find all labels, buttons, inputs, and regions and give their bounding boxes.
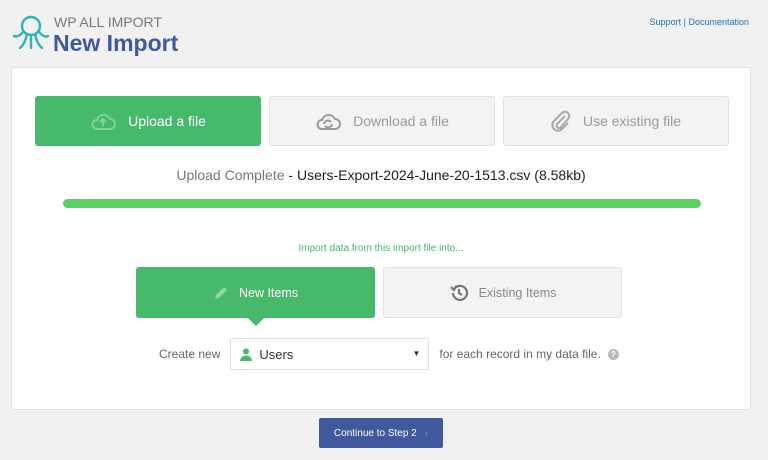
- status-label: Upload Complete: [176, 167, 284, 183]
- help-icon[interactable]: ?: [608, 349, 619, 360]
- post-type-select[interactable]: Users ▼: [230, 338, 429, 370]
- download-file-button[interactable]: Download a file: [269, 96, 495, 146]
- create-new-suffix: for each record in my data file.: [439, 347, 600, 361]
- continue-label: Continue to Step 2: [334, 428, 417, 439]
- create-new-label: Create new: [159, 347, 220, 361]
- existing-items-button[interactable]: Existing Items: [383, 267, 622, 318]
- new-items-button[interactable]: New Items: [136, 267, 375, 318]
- paperclip-icon: [551, 110, 571, 132]
- post-type-value: Users: [259, 347, 293, 362]
- cloud-sync-icon: [315, 111, 341, 131]
- new-items-label: New Items: [239, 286, 298, 300]
- upload-progress-bar: [63, 199, 701, 208]
- import-target-hint: Import data from this import file into..…: [12, 243, 750, 254]
- upload-file-label: Upload a file: [128, 113, 206, 129]
- brand-name: WP ALL IMPORT: [54, 14, 162, 30]
- documentation-link[interactable]: Documentation: [688, 17, 749, 27]
- file-name: Users-Export-2024-June-20-1513.csv: [297, 167, 530, 183]
- status-dash: -: [285, 167, 297, 183]
- page-title: New Import: [53, 30, 178, 57]
- file-size: (8.58kb): [534, 167, 585, 183]
- upload-file-button[interactable]: Upload a file: [35, 96, 261, 146]
- create-new-row: Create new Users ▼ for each record in my…: [159, 338, 619, 370]
- history-icon: [449, 283, 469, 303]
- pencil-icon: [213, 285, 229, 301]
- user-icon: [240, 348, 252, 361]
- continue-step-2-button[interactable]: Continue to Step 2 ›: [319, 418, 443, 448]
- chevron-right-icon: ›: [425, 428, 428, 439]
- existing-items-label: Existing Items: [479, 286, 557, 300]
- import-panel: Upload a file Download a file Use existi…: [11, 67, 751, 410]
- use-existing-file-label: Use existing file: [583, 113, 681, 129]
- cloud-upload-icon: [90, 111, 116, 131]
- download-file-label: Download a file: [353, 113, 449, 129]
- octopus-logo-icon: [12, 14, 50, 52]
- use-existing-file-button[interactable]: Use existing file: [503, 96, 729, 146]
- header-links: Support | Documentation: [650, 17, 749, 27]
- link-separator: |: [684, 17, 686, 27]
- caret-down-icon: ▼: [412, 349, 420, 358]
- upload-status: Upload Complete - Users-Export-2024-June…: [12, 167, 750, 183]
- support-link[interactable]: Support: [650, 17, 682, 27]
